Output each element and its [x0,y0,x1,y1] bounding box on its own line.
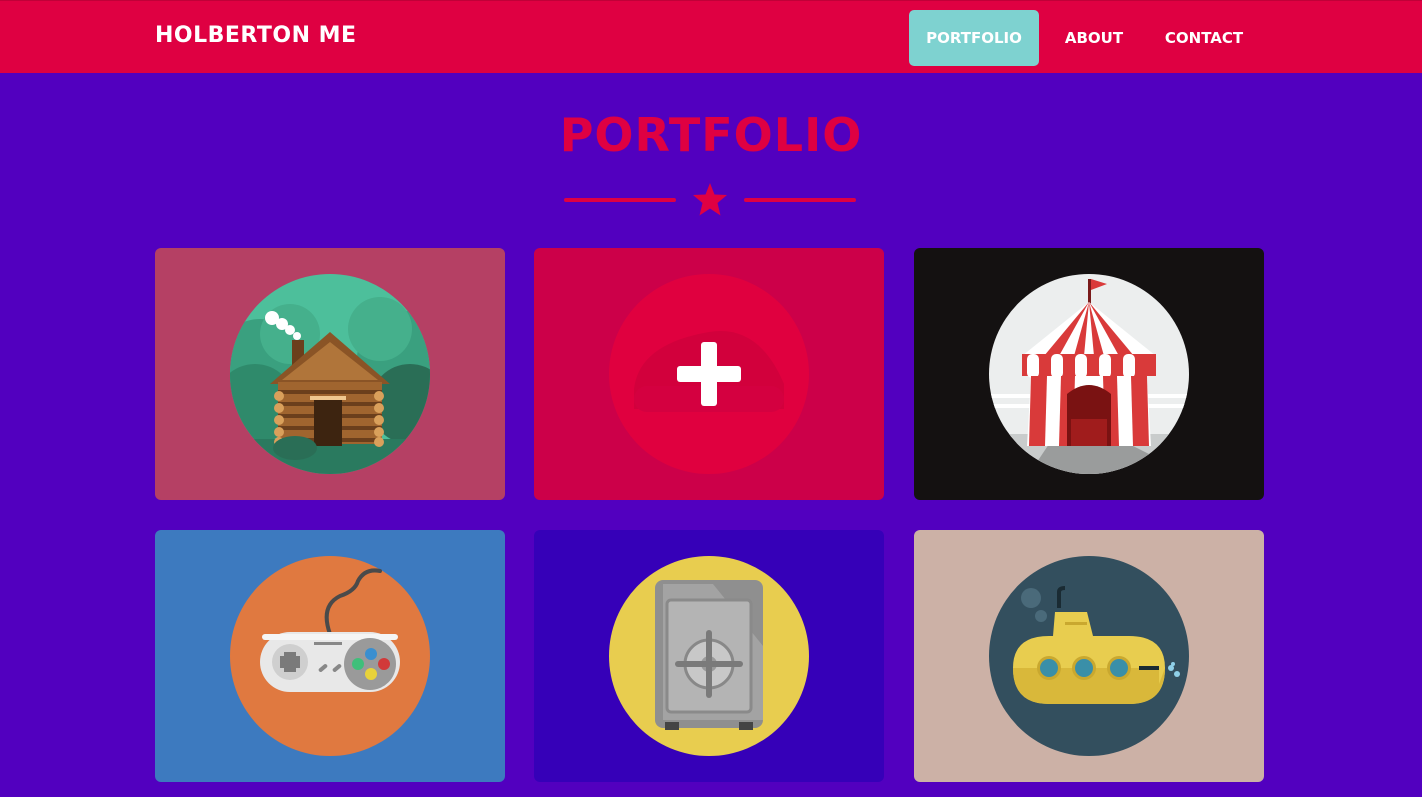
safe-icon [609,556,809,756]
log-cabin-icon [230,274,430,474]
portfolio-item-cake[interactable] [534,248,884,500]
nav-link-contact[interactable]: CONTACT [1150,10,1258,66]
portfolio-item-submarine[interactable] [914,530,1264,782]
star-icon [693,183,727,216]
nav-link-portfolio[interactable]: PORTFOLIO [909,10,1039,66]
plus-icon [609,274,809,474]
portfolio-item-cabin[interactable] [155,248,505,500]
portfolio-item-circus[interactable] [914,248,1264,500]
divider-line-right [744,198,856,202]
portfolio-item-safe[interactable] [534,530,884,782]
nav-link-about[interactable]: ABOUT [1050,10,1138,66]
portfolio-item-game[interactable] [155,530,505,782]
submarine-icon [989,556,1189,756]
circus-tent-icon [989,274,1189,474]
section-title: PORTFOLIO [559,108,863,162]
game-controller-icon [230,556,430,756]
brand-logo[interactable]: HOLBERTON ME [155,23,357,48]
divider-line-left [564,198,676,202]
navbar: HOLBERTON ME PORTFOLIO ABOUT CONTACT [0,0,1422,73]
